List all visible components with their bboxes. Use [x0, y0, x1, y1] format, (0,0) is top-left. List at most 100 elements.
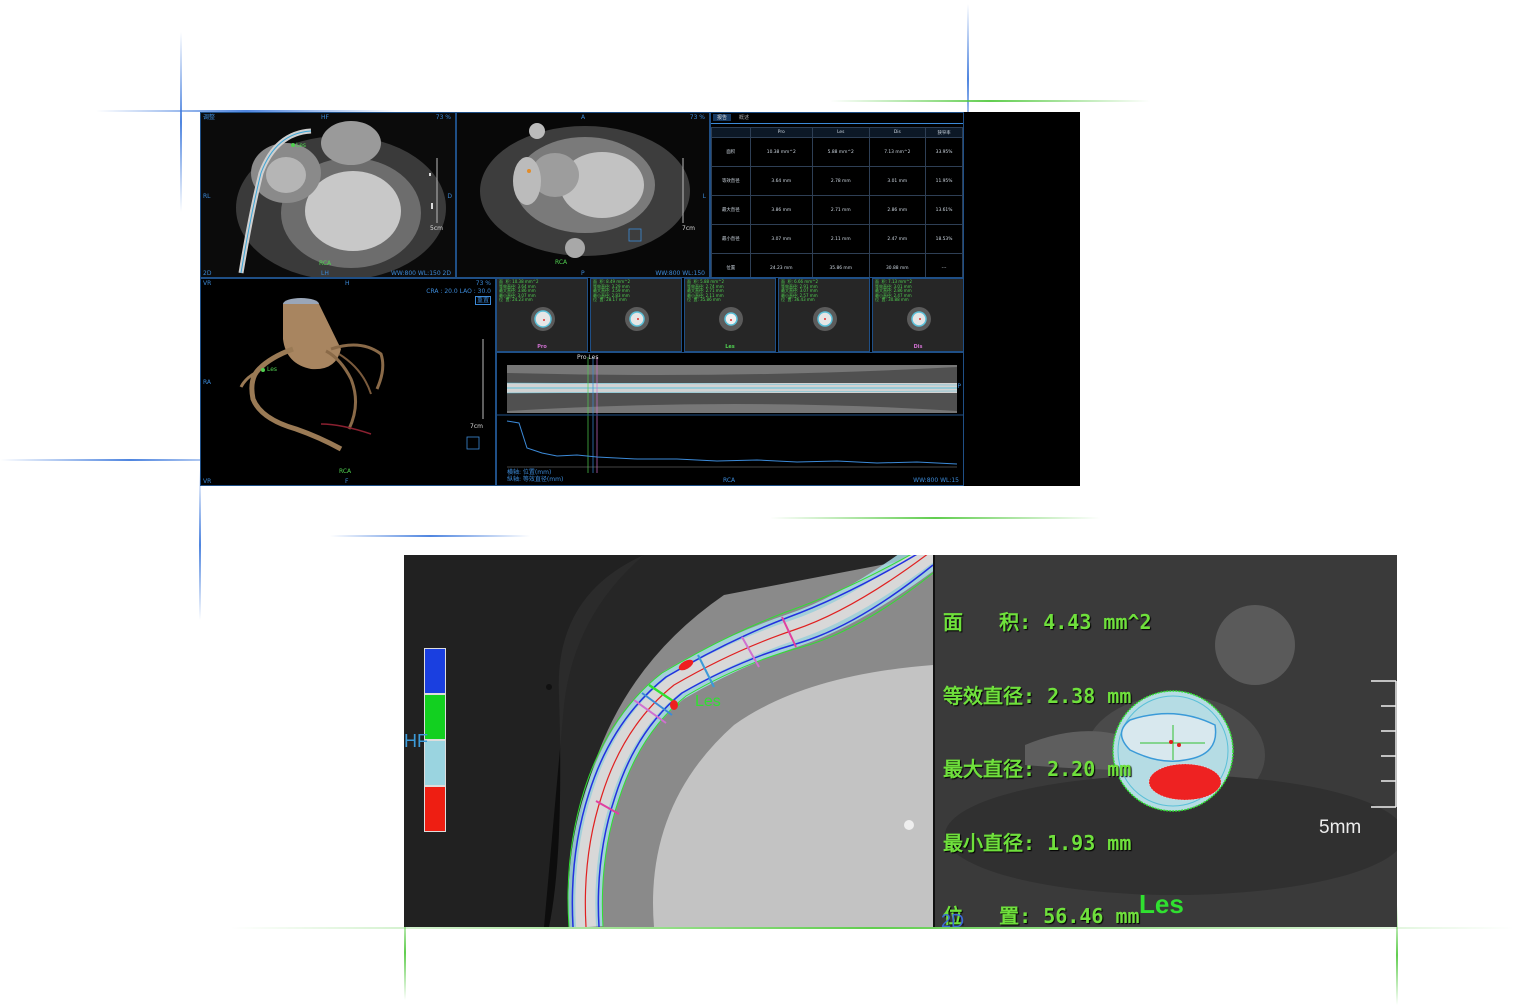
table-cell: 最小直径 [711, 224, 751, 254]
zoom-label: 73 % [689, 114, 705, 121]
table-header: Les [811, 127, 870, 138]
cross-section-metrics: 面 积: 7.13 mm^2 等效直径: 3.01 mm 最大直径: 2.86 … [875, 279, 913, 303]
table-header [711, 127, 751, 138]
scale-label: 7cm [470, 423, 483, 430]
tab-report[interactable]: 报告 [713, 114, 732, 121]
table-header-row: Pro Les Dis 狭窄率 [711, 127, 963, 138]
cross-section-metrics: 面 积: 5.88 mm^2 等效直径: 2.74 mm 最大直径: 2.71 … [687, 279, 725, 303]
volume-render-image [201, 279, 495, 485]
table-cell: 3.07 mm [749, 224, 813, 254]
orientation-label-right: D [447, 193, 452, 200]
tab-overview[interactable]: 概述 [735, 114, 753, 121]
table-cell: 位置 [711, 253, 751, 277]
cross-section-thumb[interactable]: 面 积: 8.49 mm^2 等效直径: 3.29 mm 最大直径: 3.59 … [590, 278, 682, 352]
profile-legend-y: 纵轴: 等效直径(mm) [507, 476, 564, 483]
table-cell: 面积 [711, 137, 751, 167]
cta-analysis-window: 调整 HF 73 % RL D Les RCA 5cm 2D LH WW:800… [200, 112, 1080, 486]
table-row: 等效直径 3.64 mm 2.78 mm 3.01 mm 11.95% [711, 166, 963, 196]
cross-section-caption: Les [1139, 889, 1184, 919]
straightened-vessel-image [497, 353, 963, 485]
axial-image [457, 113, 709, 277]
measurement-area: 面 积: 4.43 mm^2 [943, 610, 1152, 634]
scale-label: 5cm [430, 225, 443, 232]
zoom-label: 73 % [475, 280, 491, 287]
axial-viewport[interactable]: A 73 % L 7cm RCA P WW:800 WL:150 [456, 112, 710, 278]
viewport-corner-label: VR [203, 280, 212, 287]
table-cell: 2.71 mm [811, 195, 870, 225]
table-cell: 最大直径 [711, 195, 751, 225]
curved-mpr-viewport[interactable]: 调整 HF 73 % RL D Les RCA 5cm 2D LH WW:800… [200, 112, 456, 278]
table-cell: 18.53% [925, 224, 963, 254]
table-cell: 3.64 mm [749, 166, 813, 196]
frame-line [230, 927, 1514, 929]
zoomed-cross-section-viewport[interactable]: 面 积: 4.43 mm^2 等效直径: 2.38 mm 最大直径: 2.20 … [935, 555, 1397, 927]
table-tab-bar: 报告 概述 [711, 113, 963, 124]
table-cell: 3.86 mm [749, 195, 813, 225]
table-cell: --- [925, 253, 963, 277]
orientation-label-left: RL [203, 193, 211, 200]
table-row: 最小直径 3.07 mm 2.11 mm 2.47 mm 18.53% [711, 224, 963, 254]
cross-section-thumb[interactable]: 面 积: 5.88 mm^2 等效直径: 2.74 mm 最大直径: 2.71 … [684, 278, 776, 352]
frame-line [199, 470, 201, 620]
window-level-label: WW:800 WL:15 [913, 477, 959, 484]
measurement-position: 位 置: 56.46 mm [943, 904, 1140, 927]
lesion-marker-label: Les [296, 142, 307, 149]
measurement-min-diameter: 最小直径: 1.93 mm [943, 830, 1132, 855]
cross-section-metrics: 面 积: 6.66 mm^2 等效直径: 2.91 mm 最大直径: 3.07 … [781, 279, 819, 303]
orientation-label: HF [404, 731, 428, 751]
table-header: Pro [749, 127, 813, 138]
cross-section-caption: Dis [913, 344, 923, 350]
table-cell: 等效直径 [711, 166, 751, 196]
cross-section-thumb[interactable]: 面 积: 6.66 mm^2 等效直径: 2.91 mm 最大直径: 3.07 … [778, 278, 870, 352]
scale-label: 7cm [682, 225, 695, 232]
scale-label: 5mm [1319, 817, 1362, 838]
table-cell: 33.95% [925, 137, 963, 167]
table-cell: 24.23 mm [749, 253, 813, 277]
cross-section-caption: Les [725, 344, 735, 350]
orientation-label-bottom: LH [321, 270, 329, 277]
table-cell: 30.88 mm [868, 253, 927, 277]
measurement-table: Pro Les Dis 狭窄率 面积 10.38 mm^2 5.88 mm^2 … [711, 127, 963, 277]
lesion-marker-label: Les [267, 366, 278, 373]
table-cell: 2.86 mm [868, 195, 927, 225]
table-cell: 5.88 mm^2 [811, 137, 870, 167]
orientation-label-right: L [702, 193, 706, 200]
reset-button[interactable]: 重置 [474, 296, 491, 305]
vessel-label: RCA [339, 468, 352, 475]
cross-section-metrics: 面 积: 8.49 mm^2 等效直径: 3.29 mm 最大直径: 3.59 … [593, 279, 631, 303]
orientation-label-bottom: F [345, 478, 349, 485]
orientation-label-bottom: P [581, 270, 585, 277]
table-cell: 2.11 mm [811, 224, 870, 254]
view-mode-label: VR [203, 478, 212, 485]
table-cell: 2.47 mm [868, 224, 927, 254]
table-cell: 11.95% [925, 166, 963, 196]
measurement-max-diameter: 最大直径: 2.20 mm [943, 757, 1132, 781]
orientation-label-top: A [581, 114, 586, 121]
measurement-table-panel: 报告 概述 Pro Les Dis 狭窄率 面积 10.38 mm^2 5.88… [710, 112, 964, 278]
view-mode-label: 2D [203, 270, 212, 277]
color-scale-swatch [424, 786, 446, 832]
cross-section-measurements: 面 积: 4.43 mm^2 等效直径: 2.38 mm 最大直径: 2.20 … [943, 561, 1152, 927]
zoom-label: 73 % [435, 114, 451, 121]
zoomed-vessel-viewport[interactable]: HF Les [404, 555, 933, 927]
cross-section-caption: Pro [537, 344, 547, 350]
table-header: Dis [868, 127, 927, 138]
vessel-label: RCA [319, 260, 332, 267]
frame-line [330, 535, 530, 537]
table-cell: 10.38 mm^2 [749, 137, 813, 167]
viewport-corner-label: 调整 [203, 114, 216, 121]
vessel-label: RCA [555, 259, 568, 266]
zoomed-vessel-image [404, 555, 933, 927]
frame-line [830, 100, 1150, 102]
frame-line [180, 32, 182, 212]
table-cell: 2.78 mm [811, 166, 870, 196]
straightened-vessel-viewport[interactable]: Pro Les P 横轴: 位置(mm) 纵轴: 等效直径(mm) RCA WW… [496, 352, 964, 486]
table-header: 狭窄率 [925, 127, 963, 138]
cross-section-thumb[interactable]: 面 积: 10.38 mm^2 等效直径: 3.64 mm 最大直径: 3.86… [496, 278, 588, 352]
cross-section-thumb[interactable]: 面 积: 7.13 mm^2 等效直径: 3.01 mm 最大直径: 2.86 … [872, 278, 964, 352]
orientation-label-right: P [957, 383, 961, 390]
profile-legend-x: 横轴: 位置(mm) [507, 469, 552, 476]
camera-angle-label: CRA : 20.0 LAO : 30.0 [426, 288, 491, 295]
volume-render-viewport[interactable]: VR H 73 % CRA : 20.0 LAO : 30.0 重置 Les R… [200, 278, 496, 486]
table-cell: 13.61% [925, 195, 963, 225]
